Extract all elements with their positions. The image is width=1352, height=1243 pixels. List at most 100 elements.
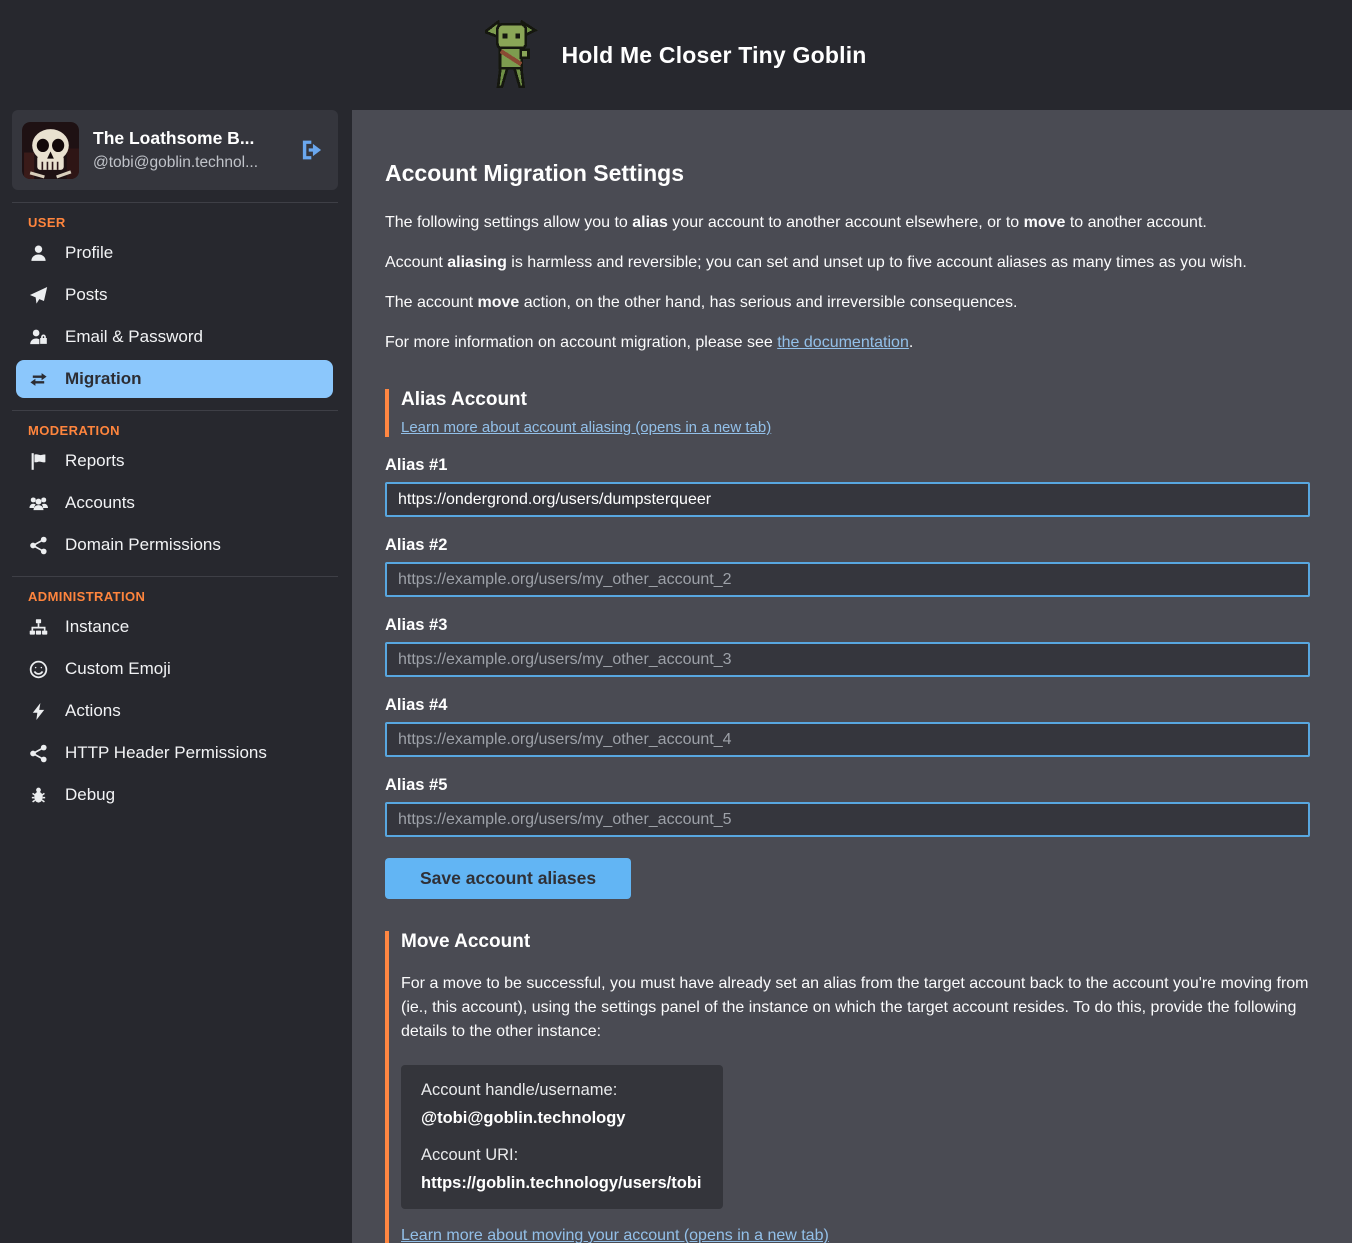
sign-out-icon[interactable] (298, 137, 324, 163)
move-section-title: Move Account (401, 931, 1310, 953)
bug-icon (29, 786, 48, 805)
sidebar-item-posts[interactable]: Posts (16, 276, 333, 314)
intro-paragraph: The account move action, on the other ha… (385, 291, 1310, 315)
flag-icon (29, 452, 48, 471)
alias-2-input[interactable] (385, 562, 1310, 597)
sidebar-item-label: Domain Permissions (65, 535, 221, 555)
sidebar-item-label: Posts (65, 285, 108, 305)
text-segment: aliasing (447, 254, 507, 271)
sidebar-item-label: Instance (65, 617, 129, 637)
alias-section-title: Alias Account (401, 389, 1310, 411)
alias-3-input[interactable] (385, 642, 1310, 677)
sidebar-item-custom-emoji[interactable]: Custom Emoji (16, 650, 333, 688)
alias-4-input[interactable] (385, 722, 1310, 757)
text-segment: . (909, 334, 913, 351)
sidebar-divider (12, 410, 338, 411)
alias-5-label: Alias #5 (385, 776, 1310, 795)
documentation-link[interactable]: the documentation (777, 334, 909, 351)
sidebar-item-accounts[interactable]: Accounts (16, 484, 333, 522)
sidebar-item-debug[interactable]: Debug (16, 776, 333, 814)
sidebar-category-user: USER (28, 215, 352, 230)
sidebar-category-moderation: MODERATION (28, 423, 352, 438)
user-lock-icon (29, 328, 48, 347)
paper-plane-icon (29, 286, 48, 305)
sidebar-item-label: Migration (65, 369, 142, 389)
move-description: For a move to be successful, you must ha… (401, 972, 1310, 1044)
alias-1-label: Alias #1 (385, 456, 1310, 475)
alias-learn-more-link[interactable]: Learn more about account aliasing (opens… (401, 419, 771, 436)
alias-3-label: Alias #3 (385, 616, 1310, 635)
sidebar-item-instance[interactable]: Instance (16, 608, 333, 646)
alias-field-5: Alias #5 (385, 776, 1310, 837)
sidebar-item-label: Email & Password (65, 327, 203, 347)
alias-field-3: Alias #3 (385, 616, 1310, 677)
intro-paragraph: Account aliasing is harmless and reversi… (385, 251, 1310, 275)
account-uri-pair: Account URI: https://goblin.technology/u… (421, 1146, 703, 1193)
sidebar-item-label: Accounts (65, 493, 135, 513)
avatar (22, 122, 79, 179)
account-uri-term: Account URI: (421, 1146, 703, 1165)
goblin-logo (485, 20, 539, 90)
alias-field-2: Alias #2 (385, 536, 1310, 597)
alias-field-1: Alias #1 (385, 456, 1310, 517)
sidebar-item-profile[interactable]: Profile (16, 234, 333, 272)
move-learn-more-link[interactable]: Learn more about moving your account (op… (401, 1227, 829, 1243)
main-panel: Account Migration Settings The following… (352, 110, 1352, 1243)
user-handle: @tobi@goblin.technol... (93, 154, 284, 172)
text-segment: is harmless and reversible; you can set … (507, 254, 1247, 271)
sidebar-item-label: Custom Emoji (65, 659, 171, 679)
text-segment: alias (632, 214, 668, 231)
sidebar-category-administration: ADMINISTRATION (28, 589, 352, 604)
share-nodes-icon (29, 536, 48, 555)
smile-icon (29, 660, 48, 679)
move-account-section: Move Account For a move to be successful… (385, 931, 1310, 1243)
text-segment: For more information on account migratio… (385, 334, 777, 351)
account-uri-value: https://goblin.technology/users/tobi (421, 1174, 703, 1193)
sidebar-item-reports[interactable]: Reports (16, 442, 333, 480)
alias-section-header: Alias Account Learn more about account a… (385, 389, 1310, 437)
sidebar-item-email-password[interactable]: Email & Password (16, 318, 333, 356)
sidebar-item-migration[interactable]: Migration (16, 360, 333, 398)
alias-2-label: Alias #2 (385, 536, 1310, 555)
sidebar-item-label: HTTP Header Permissions (65, 743, 267, 763)
exchange-arrows-icon (29, 370, 48, 389)
alias-5-input[interactable] (385, 802, 1310, 837)
text-segment: to another account. (1065, 214, 1206, 231)
sidebar-item-label: Profile (65, 243, 113, 263)
text-segment: move (478, 294, 520, 311)
intro-paragraph: For more information on account migratio… (385, 331, 1310, 355)
page-title: Account Migration Settings (385, 160, 1310, 187)
text-segment: your account to another account elsewher… (668, 214, 1024, 231)
sidebar: The Loathsome B... @tobi@goblin.technol.… (0, 110, 352, 1243)
text-segment: The account (385, 294, 478, 311)
alias-4-label: Alias #4 (385, 696, 1310, 715)
sidebar-item-domain-permissions[interactable]: Domain Permissions (16, 526, 333, 564)
sidebar-divider (12, 576, 338, 577)
user-display-name: The Loathsome B... (93, 128, 284, 149)
users-icon (29, 494, 48, 513)
text-segment: Account (385, 254, 447, 271)
share-nodes-icon (29, 744, 48, 763)
intro-paragraph: The following settings allow you to alia… (385, 211, 1310, 235)
account-handle-pair: Account handle/username: @tobi@goblin.te… (421, 1081, 703, 1128)
sitemap-icon (29, 618, 48, 637)
app-title: Hold Me Closer Tiny Goblin (561, 42, 866, 69)
user-names: The Loathsome B... @tobi@goblin.technol.… (93, 128, 284, 172)
account-handle-value: @tobi@goblin.technology (421, 1109, 703, 1128)
user-icon (29, 244, 48, 263)
sidebar-item-label: Reports (65, 451, 125, 471)
app-header: Hold Me Closer Tiny Goblin (0, 0, 1352, 110)
text-segment: move (1024, 214, 1066, 231)
user-card[interactable]: The Loathsome B... @tobi@goblin.technol.… (12, 110, 338, 190)
text-segment: The following settings allow you to (385, 214, 632, 231)
alias-1-input[interactable] (385, 482, 1310, 517)
sidebar-item-http-header-permissions[interactable]: HTTP Header Permissions (16, 734, 333, 772)
save-account-aliases-button[interactable]: Save account aliases (385, 858, 631, 899)
alias-account-section: Alias Account Learn more about account a… (385, 389, 1310, 899)
account-handle-term: Account handle/username: (421, 1081, 703, 1100)
sidebar-item-actions[interactable]: Actions (16, 692, 333, 730)
text-segment: action, on the other hand, has serious a… (519, 294, 1017, 311)
bolt-icon (29, 702, 48, 721)
sidebar-item-label: Actions (65, 701, 121, 721)
sidebar-divider (12, 202, 338, 203)
